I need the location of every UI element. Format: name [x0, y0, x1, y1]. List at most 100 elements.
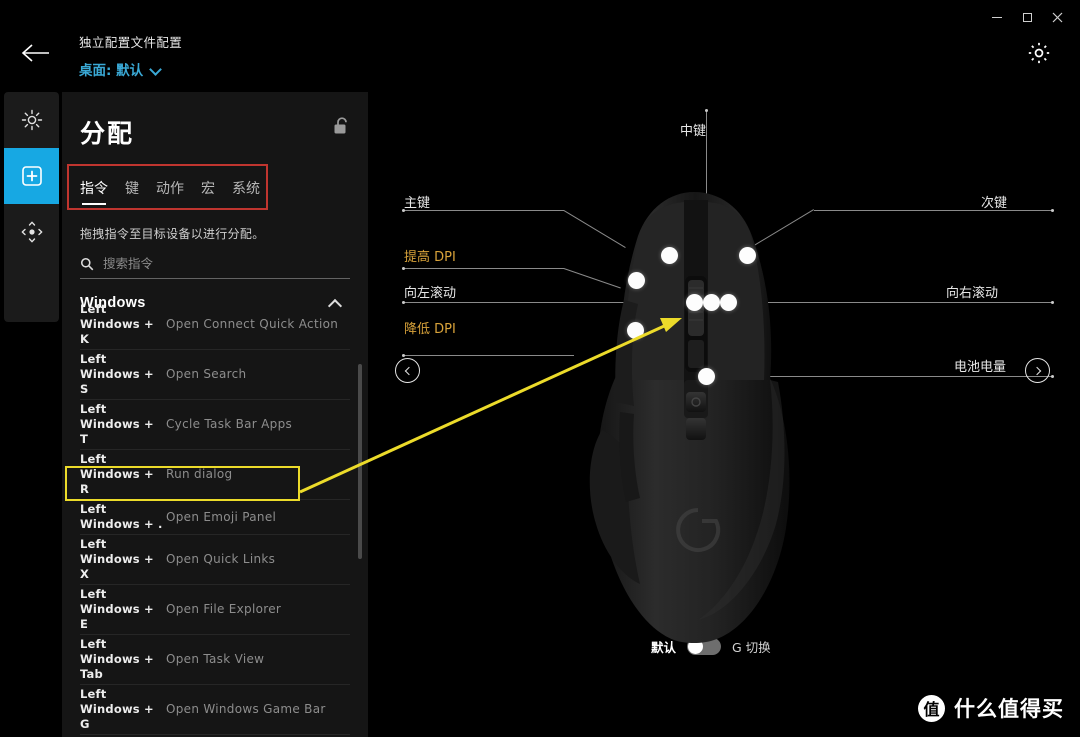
command-desc: Run dialog — [166, 467, 233, 481]
callout-line-dpiup — [404, 268, 564, 269]
command-keys: Left Windows + K — [80, 302, 154, 346]
callout-dot-middle — [705, 109, 708, 112]
minimize-button[interactable] — [982, 6, 1012, 28]
command-keys: Left Windows + T — [80, 402, 154, 446]
close-icon — [1052, 12, 1062, 22]
gear-icon — [1028, 42, 1050, 64]
callout-dot-secondary — [1051, 209, 1054, 212]
assignment-dot-primary[interactable] — [661, 247, 678, 264]
assignment-dot-middle[interactable] — [703, 294, 720, 311]
assignments-panel: 分配 指令 键 动作 宏 系统 拖拽指令至目标设备以进行分配。 搜索指令 Win… — [62, 92, 368, 737]
command-list-scrollbar[interactable] — [358, 364, 362, 559]
rail-item-assignments[interactable] — [4, 148, 59, 204]
command-desc: Open Emoji Panel — [166, 509, 277, 524]
lock-button[interactable] — [332, 116, 350, 136]
unlock-icon — [334, 117, 347, 134]
list-item[interactable]: Left Windows + G Open Windows Game Bar — [80, 685, 350, 735]
search-box[interactable] — [80, 256, 350, 279]
search-icon — [80, 257, 94, 270]
label-dpi-up: 提高 DPI — [404, 250, 456, 265]
label-scroll-left: 向左滚动 — [404, 286, 457, 301]
assignments-plus-icon — [21, 166, 42, 186]
chevron-right-icon — [1032, 366, 1041, 375]
command-desc: Open Quick Links — [166, 552, 276, 566]
watermark-text: 什么值得买 — [954, 697, 1064, 721]
list-item[interactable]: Left Windows + R Run dialog — [80, 450, 350, 500]
window-controls — [982, 6, 1072, 28]
label-primary-button: 主键 — [404, 196, 431, 211]
command-desc: Open Windows Game Bar — [166, 702, 326, 716]
panel-title: 分配 — [80, 119, 135, 148]
list-item[interactable]: Left Windows + Tab Open Task View — [80, 635, 350, 685]
callout-dot-scroll-left — [402, 301, 405, 304]
mouse-illustration — [580, 180, 810, 650]
command-keys: Left Windows + E — [80, 587, 154, 631]
command-keys: Left Windows + Tab — [80, 637, 154, 681]
assignment-dot-scroll-left[interactable] — [686, 294, 703, 311]
minimize-icon — [992, 16, 1002, 18]
callout-dot-battery — [1051, 375, 1054, 378]
command-list[interactable]: Left Windows + K Open Connect Quick Acti… — [62, 300, 368, 737]
list-item-selected[interactable]: Left Windows + X Open Quick Links — [80, 535, 350, 585]
callout-line-dpidown — [404, 355, 574, 356]
tab-macros[interactable]: 宏 — [201, 178, 215, 205]
callout-dot-scroll-right — [1051, 301, 1054, 304]
search-input[interactable] — [103, 256, 350, 271]
page-title: 独立配置文件配置 — [79, 35, 183, 50]
callout-dot-dpidown — [402, 354, 405, 357]
label-scroll-right: 向右滚动 — [946, 286, 999, 301]
panel-tabs-wrap: 指令 键 动作 宏 系统 — [62, 164, 368, 215]
list-item[interactable]: Left Windows + E Open File Explorer — [80, 585, 350, 635]
assignment-dot-dpi-down[interactable] — [627, 322, 644, 339]
device-stage: 中键 主键 提高 DPI 向左滚动 降低 DPI 次键 向右滚动 电池电量 默认… — [368, 92, 1080, 737]
app-window: 独立配置文件配置 桌面: 默认 分配 指令 键 动作 宏 系统 拖拽指令至目标设… — [0, 0, 1080, 737]
assignment-dot-secondary[interactable] — [739, 247, 756, 264]
back-arrow-icon — [21, 44, 49, 62]
tab-keys[interactable]: 键 — [125, 178, 139, 205]
chevron-left-icon — [404, 366, 413, 375]
lighting-icon — [21, 109, 42, 131]
maximize-button[interactable] — [1012, 6, 1042, 28]
command-desc: Cycle Task Bar Apps — [166, 417, 293, 431]
list-item[interactable]: Left Windows + T Cycle Task Bar Apps — [80, 400, 350, 450]
command-keys: Left Windows + G — [80, 687, 154, 731]
left-icon-rail — [4, 92, 59, 322]
tab-actions[interactable]: 动作 — [156, 178, 184, 205]
command-keys: Left Windows + S — [80, 352, 154, 396]
watermark: 值 什么值得买 — [918, 693, 1064, 723]
close-button[interactable] — [1042, 6, 1072, 28]
label-middle-button: 中键 — [680, 124, 707, 139]
assignment-dot-battery[interactable] — [698, 368, 715, 385]
back-button[interactable] — [14, 36, 58, 70]
rail-item-lighting[interactable] — [4, 92, 59, 148]
watermark-badge: 值 — [918, 694, 945, 722]
panel-hint: 拖拽指令至目标设备以进行分配。 — [80, 227, 265, 241]
prev-device-button[interactable] — [395, 358, 420, 383]
callout-line-secondary — [814, 210, 1052, 211]
command-desc: Open Search — [166, 367, 247, 381]
command-keys: Left Windows + R — [80, 452, 154, 496]
profile-label: 桌面: 默认 — [79, 63, 144, 79]
mouse-svg — [589, 192, 790, 643]
header-title-block: 独立配置文件配置 桌面: 默认 — [79, 32, 182, 79]
rail-item-sensitivity[interactable] — [4, 204, 59, 260]
profile-selector[interactable]: 桌面: 默认 — [79, 59, 182, 79]
list-item[interactable]: Left Windows + . Open Emoji Panel — [80, 500, 350, 535]
callout-dot-dpiup — [402, 267, 405, 270]
tab-system[interactable]: 系统 — [232, 178, 260, 205]
command-desc: Open Connect Quick Action — [166, 317, 339, 331]
panel-tabs: 指令 键 动作 宏 系统 — [62, 166, 368, 215]
settings-button[interactable] — [1026, 40, 1052, 66]
sensitivity-dpi-icon — [21, 221, 42, 243]
command-desc: Open File Explorer — [166, 602, 282, 616]
tab-commands[interactable]: 指令 — [80, 178, 108, 205]
label-battery: 电池电量 — [954, 360, 1007, 375]
next-device-button[interactable] — [1025, 358, 1050, 383]
panel-header: 分配 — [62, 92, 368, 150]
assignment-dot-scroll-right[interactable] — [720, 294, 737, 311]
command-keys: Left Windows + . — [80, 502, 163, 531]
label-dpi-down: 降低 DPI — [404, 322, 456, 337]
list-item[interactable]: Left Windows + S Open Search — [80, 350, 350, 400]
list-item[interactable]: Left Windows + K Open Connect Quick Acti… — [80, 300, 350, 350]
assignment-dot-dpi-up[interactable] — [628, 272, 645, 289]
